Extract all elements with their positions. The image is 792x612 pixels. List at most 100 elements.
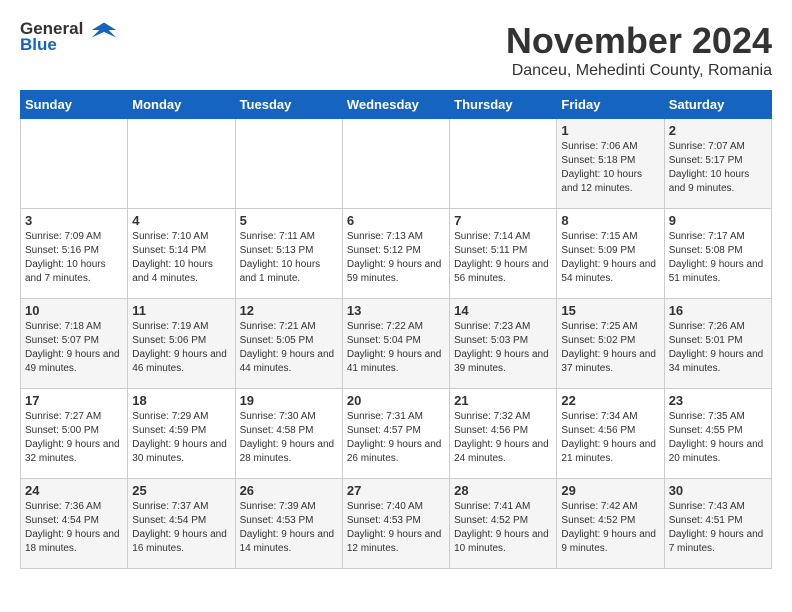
weekday-header-friday: Friday bbox=[557, 91, 664, 119]
day-number: 21 bbox=[454, 393, 552, 408]
day-number: 27 bbox=[347, 483, 445, 498]
day-number: 7 bbox=[454, 213, 552, 228]
calendar-cell: 26Sunrise: 7:39 AM Sunset: 4:53 PM Dayli… bbox=[235, 479, 342, 569]
calendar-cell: 25Sunrise: 7:37 AM Sunset: 4:54 PM Dayli… bbox=[128, 479, 235, 569]
day-number: 14 bbox=[454, 303, 552, 318]
weekday-header-sunday: Sunday bbox=[21, 91, 128, 119]
calendar-cell: 3 Sunrise: 7:09 AM Sunset: 5:16 PM Daylig… bbox=[21, 209, 128, 299]
calendar-cell bbox=[128, 119, 235, 209]
calendar-cell: 2 Sunrise: 7:07 AM Sunset: 5:17 PM Daylig… bbox=[664, 119, 771, 209]
calendar-cell: 24Sunrise: 7:36 AM Sunset: 4:54 PM Dayli… bbox=[21, 479, 128, 569]
calendar-cell: 19 Sunrise: 7:30 AM Sunset: 4:58 PM Dayli… bbox=[235, 389, 342, 479]
day-number: 16 bbox=[669, 303, 767, 318]
day-info: Sunrise: 7:25 AM Sunset: 5:02 PM Dayligh… bbox=[561, 320, 659, 376]
day-number: 30 bbox=[669, 483, 767, 498]
day-number: 10 bbox=[25, 303, 123, 318]
calendar-cell bbox=[450, 119, 557, 209]
calendar-week-row: 24Sunrise: 7:36 AM Sunset: 4:54 PM Dayli… bbox=[21, 479, 772, 569]
day-number: 12 bbox=[240, 303, 338, 318]
calendar-cell: 21 Sunrise: 7:32 AM Sunset: 4:56 PM Dayli… bbox=[450, 389, 557, 479]
calendar-week-row: 17 Sunrise: 7:27 AM Sunset: 5:00 PM Dayli… bbox=[21, 389, 772, 479]
calendar-cell: 10 Sunrise: 7:18 AM Sunset: 5:07 PM Dayli… bbox=[21, 299, 128, 389]
weekday-header-wednesday: Wednesday bbox=[342, 91, 449, 119]
logo: General Blue bbox=[20, 20, 118, 55]
day-info: Sunrise: 7:06 AM Sunset: 5:18 PM Dayligh… bbox=[561, 140, 659, 196]
weekday-header-thursday: Thursday bbox=[450, 91, 557, 119]
day-info: Sunrise: 7:07 AM Sunset: 5:17 PM Dayligh… bbox=[669, 140, 767, 196]
day-info: Sunrise: 7:29 AM Sunset: 4:59 PM Dayligh… bbox=[132, 410, 230, 466]
weekday-header-row: SundayMondayTuesdayWednesdayThursdayFrid… bbox=[21, 91, 772, 119]
day-number: 13 bbox=[347, 303, 445, 318]
calendar-cell: 15 Sunrise: 7:25 AM Sunset: 5:02 PM Dayli… bbox=[557, 299, 664, 389]
day-info: Sunrise: 7:26 AM Sunset: 5:01 PM Dayligh… bbox=[669, 320, 767, 376]
day-info: Sunrise: 7:10 AM Sunset: 5:14 PM Dayligh… bbox=[132, 230, 230, 286]
logo-blue-text: Blue bbox=[20, 36, 118, 55]
day-info: Sunrise: 7:42 AM Sunset: 4:52 PM Dayligh… bbox=[561, 500, 659, 556]
calendar-cell: 6Sunrise: 7:13 AM Sunset: 5:12 PM Daylig… bbox=[342, 209, 449, 299]
day-number: 2 bbox=[669, 123, 767, 138]
day-info: Sunrise: 7:22 AM Sunset: 5:04 PM Dayligh… bbox=[347, 320, 445, 376]
day-info: Sunrise: 7:15 AM Sunset: 5:09 PM Dayligh… bbox=[561, 230, 659, 286]
calendar-cell: 7 Sunrise: 7:14 AM Sunset: 5:11 PM Daylig… bbox=[450, 209, 557, 299]
day-info: Sunrise: 7:32 AM Sunset: 4:56 PM Dayligh… bbox=[454, 410, 552, 466]
calendar-cell bbox=[342, 119, 449, 209]
day-number: 1 bbox=[561, 123, 659, 138]
header: General Blue November 2024 Danceu, Mehed… bbox=[20, 20, 772, 80]
day-info: Sunrise: 7:11 AM Sunset: 5:13 PM Dayligh… bbox=[240, 230, 338, 286]
calendar-cell: 13 Sunrise: 7:22 AM Sunset: 5:04 PM Dayli… bbox=[342, 299, 449, 389]
day-number: 15 bbox=[561, 303, 659, 318]
day-info: Sunrise: 7:30 AM Sunset: 4:58 PM Dayligh… bbox=[240, 410, 338, 466]
day-number: 18 bbox=[132, 393, 230, 408]
day-number: 22 bbox=[561, 393, 659, 408]
weekday-header-monday: Monday bbox=[128, 91, 235, 119]
day-number: 3 bbox=[25, 213, 123, 228]
day-number: 26 bbox=[240, 483, 338, 498]
day-info: Sunrise: 7:37 AM Sunset: 4:54 PM Dayligh… bbox=[132, 500, 230, 556]
day-number: 29 bbox=[561, 483, 659, 498]
day-info: Sunrise: 7:43 AM Sunset: 4:51 PM Dayligh… bbox=[669, 500, 767, 556]
calendar-cell: 4 Sunrise: 7:10 AM Sunset: 5:14 PM Daylig… bbox=[128, 209, 235, 299]
calendar-cell: 8 Sunrise: 7:15 AM Sunset: 5:09 PM Daylig… bbox=[557, 209, 664, 299]
day-number: 8 bbox=[561, 213, 659, 228]
calendar-cell: 9Sunrise: 7:17 AM Sunset: 5:08 PM Daylig… bbox=[664, 209, 771, 299]
day-info: Sunrise: 7:13 AM Sunset: 5:12 PM Dayligh… bbox=[347, 230, 445, 286]
weekday-header-tuesday: Tuesday bbox=[235, 91, 342, 119]
day-info: Sunrise: 7:36 AM Sunset: 4:54 PM Dayligh… bbox=[25, 500, 123, 556]
calendar-cell: 29 Sunrise: 7:42 AM Sunset: 4:52 PM Dayli… bbox=[557, 479, 664, 569]
main-title: November 2024 bbox=[506, 20, 772, 62]
day-info: Sunrise: 7:35 AM Sunset: 4:55 PM Dayligh… bbox=[669, 410, 767, 466]
day-number: 11 bbox=[132, 303, 230, 318]
day-info: Sunrise: 7:21 AM Sunset: 5:05 PM Dayligh… bbox=[240, 320, 338, 376]
day-info: Sunrise: 7:27 AM Sunset: 5:00 PM Dayligh… bbox=[25, 410, 123, 466]
calendar-cell: 20Sunrise: 7:31 AM Sunset: 4:57 PM Dayli… bbox=[342, 389, 449, 479]
calendar-cell: 30 Sunrise: 7:43 AM Sunset: 4:51 PM Dayli… bbox=[664, 479, 771, 569]
day-info: Sunrise: 7:19 AM Sunset: 5:06 PM Dayligh… bbox=[132, 320, 230, 376]
calendar-cell: 5Sunrise: 7:11 AM Sunset: 5:13 PM Daylig… bbox=[235, 209, 342, 299]
calendar-cell: 27 Sunrise: 7:40 AM Sunset: 4:53 PM Dayli… bbox=[342, 479, 449, 569]
calendar-table: SundayMondayTuesdayWednesdayThursdayFrid… bbox=[20, 90, 772, 569]
day-info: Sunrise: 7:17 AM Sunset: 5:08 PM Dayligh… bbox=[669, 230, 767, 286]
day-number: 17 bbox=[25, 393, 123, 408]
calendar-cell: 14Sunrise: 7:23 AM Sunset: 5:03 PM Dayli… bbox=[450, 299, 557, 389]
calendar-cell: 28Sunrise: 7:41 AM Sunset: 4:52 PM Dayli… bbox=[450, 479, 557, 569]
day-info: Sunrise: 7:09 AM Sunset: 5:16 PM Dayligh… bbox=[25, 230, 123, 286]
day-number: 4 bbox=[132, 213, 230, 228]
day-number: 23 bbox=[669, 393, 767, 408]
day-info: Sunrise: 7:14 AM Sunset: 5:11 PM Dayligh… bbox=[454, 230, 552, 286]
calendar-cell: 11 Sunrise: 7:19 AM Sunset: 5:06 PM Dayli… bbox=[128, 299, 235, 389]
calendar-cell: 23 Sunrise: 7:35 AM Sunset: 4:55 PM Dayli… bbox=[664, 389, 771, 479]
subtitle: Danceu, Mehedinti County, Romania bbox=[506, 62, 772, 80]
calendar-week-row: 1 Sunrise: 7:06 AM Sunset: 5:18 PM Daylig… bbox=[21, 119, 772, 209]
calendar-cell: 18 Sunrise: 7:29 AM Sunset: 4:59 PM Dayli… bbox=[128, 389, 235, 479]
calendar-week-row: 10 Sunrise: 7:18 AM Sunset: 5:07 PM Dayli… bbox=[21, 299, 772, 389]
day-info: Sunrise: 7:40 AM Sunset: 4:53 PM Dayligh… bbox=[347, 500, 445, 556]
calendar-cell: 12 Sunrise: 7:21 AM Sunset: 5:05 PM Dayli… bbox=[235, 299, 342, 389]
calendar-cell: 1 Sunrise: 7:06 AM Sunset: 5:18 PM Daylig… bbox=[557, 119, 664, 209]
day-number: 19 bbox=[240, 393, 338, 408]
weekday-header-saturday: Saturday bbox=[664, 91, 771, 119]
day-number: 28 bbox=[454, 483, 552, 498]
calendar-cell: 17 Sunrise: 7:27 AM Sunset: 5:00 PM Dayli… bbox=[21, 389, 128, 479]
day-number: 20 bbox=[347, 393, 445, 408]
day-info: Sunrise: 7:18 AM Sunset: 5:07 PM Dayligh… bbox=[25, 320, 123, 376]
day-info: Sunrise: 7:34 AM Sunset: 4:56 PM Dayligh… bbox=[561, 410, 659, 466]
